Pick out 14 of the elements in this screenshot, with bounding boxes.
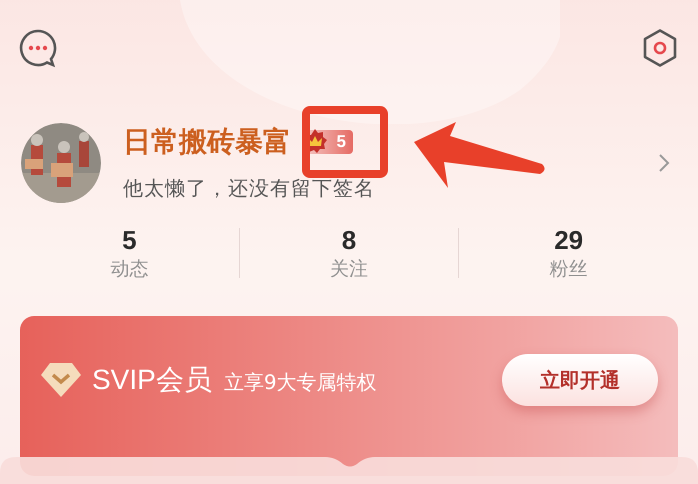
chat-icon[interactable] xyxy=(18,28,58,68)
open-now-button[interactable]: 立即开通 xyxy=(502,354,658,406)
vip-title: SVIP会员 xyxy=(92,363,212,397)
stat-label: 关注 xyxy=(330,257,368,282)
stat-value: 29 xyxy=(554,224,584,256)
stat-value: 8 xyxy=(342,224,356,256)
vip-subtitle: 立享9大专属特权 xyxy=(224,369,377,396)
stat-label: 粉丝 xyxy=(550,257,588,282)
stat-value: 5 xyxy=(122,224,137,256)
diamond-icon xyxy=(40,361,82,399)
stat-label: 动态 xyxy=(110,257,148,282)
signature: 他太懒了，还没有留下签名 xyxy=(123,175,376,202)
user-name: 日常搬砖暴富 xyxy=(123,124,291,160)
chevron-icon[interactable] xyxy=(658,153,670,173)
